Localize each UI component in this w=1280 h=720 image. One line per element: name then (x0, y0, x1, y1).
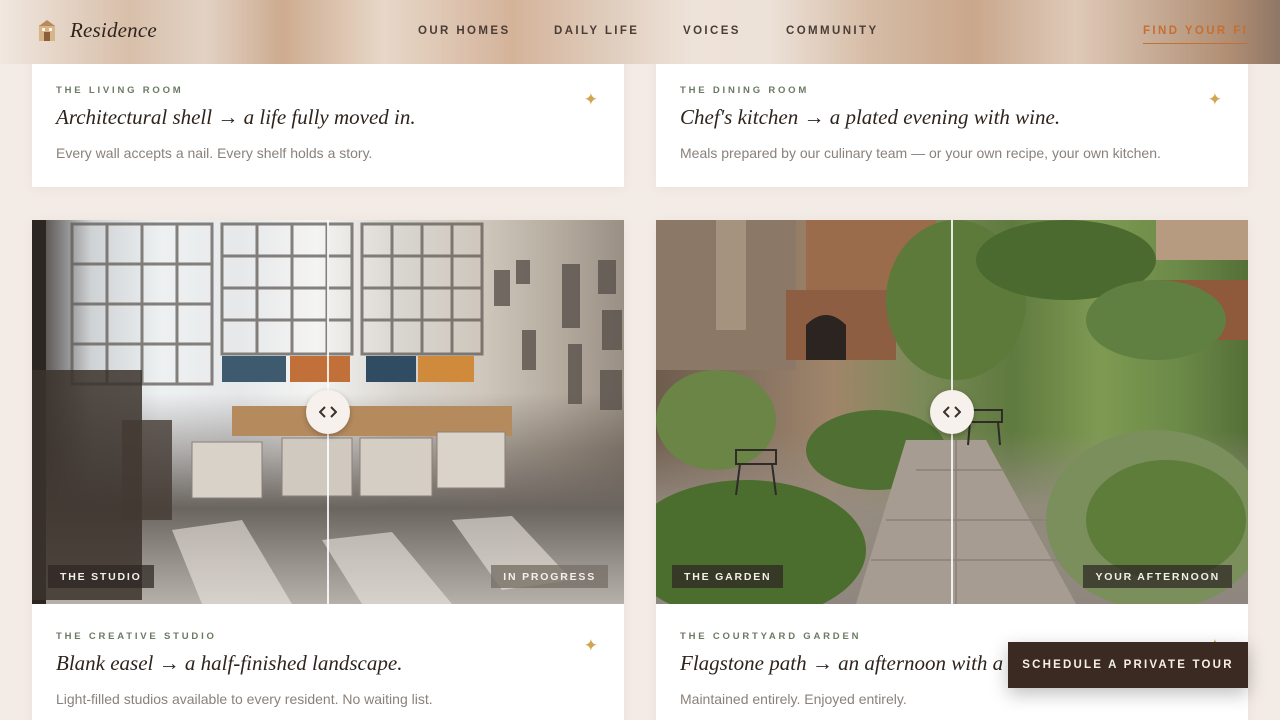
creative-studio-card: THE STUDIO IN PROGRESS THE CREATIVE STUD… (32, 220, 624, 720)
studio-compare-image[interactable]: THE STUDIO IN PROGRESS (32, 220, 624, 604)
card-description: Light-filled studios available to every … (56, 691, 433, 707)
garden-compare-image[interactable]: THE GARDEN YOUR AFTERNOON (656, 220, 1248, 604)
card-eyebrow: THE CREATIVE STUDIO (56, 631, 217, 642)
card-headline: Blank easel → a half-finished landscape. (56, 651, 403, 675)
compare-arrows-icon[interactable] (930, 390, 974, 434)
card-description: Meals prepared by our culinary team — or… (680, 145, 1161, 161)
brand-logo-link[interactable]: Residence (38, 18, 157, 43)
after-label: IN PROGRESS (491, 565, 608, 588)
nav-link-community[interactable]: COMMUNITY (786, 25, 879, 37)
sparkle-icon: ✦ (1207, 90, 1222, 109)
top-navigation: Residence OUR HOMES DAILY LIFE VOICES CO… (0, 0, 1280, 64)
card-description: Maintained entirely. Enjoyed entirely. (680, 691, 907, 707)
schedule-tour-button[interactable]: SCHEDULE A PRIVATE TOUR (1008, 642, 1248, 688)
nav-link-voices[interactable]: VOICES (683, 25, 741, 37)
nav-link-daily-life[interactable]: DAILY LIFE (554, 25, 639, 37)
chevrons-left-right-icon (943, 406, 961, 418)
nav-link-our-homes[interactable]: OUR HOMES (418, 25, 511, 37)
brand-name: Residence (70, 18, 157, 42)
card-eyebrow: THE COURTYARD GARDEN (680, 631, 862, 642)
sparkle-icon: ✦ (583, 636, 598, 655)
before-label: THE STUDIO (48, 565, 154, 588)
nav-cta-find-your-fit[interactable]: FIND YOUR FI (1143, 25, 1247, 44)
card-description: Every wall accepts a nail. Every shelf h… (56, 145, 373, 161)
card-eyebrow: THE LIVING ROOM (56, 85, 184, 96)
card-headline: Architectural shell → a life fully moved… (56, 105, 416, 129)
compare-arrows-icon[interactable] (306, 390, 350, 434)
sparkle-icon: ✦ (583, 90, 598, 109)
home-icon (39, 19, 55, 41)
after-label: YOUR AFTERNOON (1083, 565, 1232, 588)
before-label: THE GARDEN (672, 565, 784, 588)
card-eyebrow: THE DINING ROOM (680, 85, 810, 96)
card-headline: Chef's kitchen → a plated evening with w… (680, 105, 1061, 129)
chevrons-left-right-icon (319, 406, 337, 418)
